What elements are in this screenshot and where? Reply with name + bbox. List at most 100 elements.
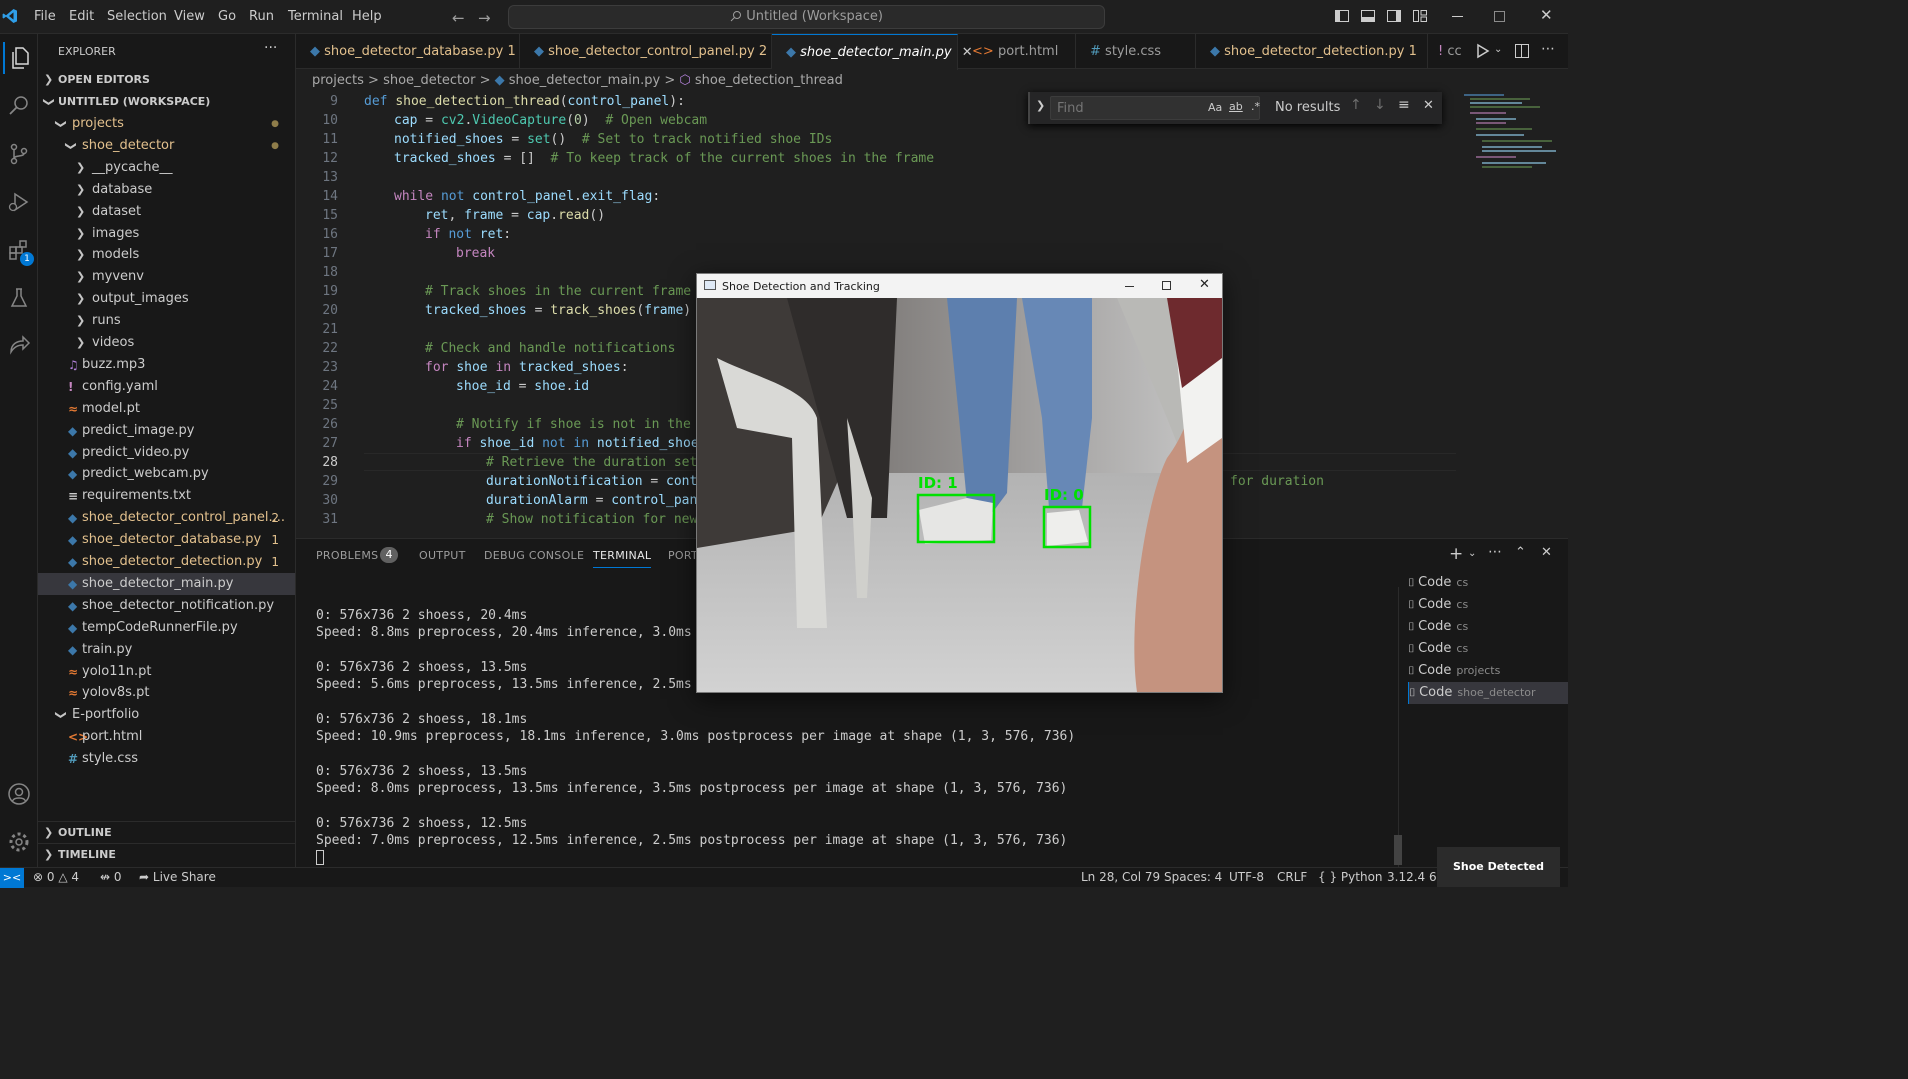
tab-terminal[interactable]: TERMINAL <box>593 549 652 568</box>
terminal-scrollbar[interactable] <box>1394 835 1402 865</box>
folder-e-portfolio[interactable]: ❯ E-portfolio <box>38 704 295 726</box>
popup-close-icon[interactable]: ✕ <box>1199 277 1210 292</box>
file-port-html[interactable]: <> port.html <box>38 726 295 748</box>
file-notification-py[interactable]: ◆ shoe_detector_notification.py <box>38 595 295 617</box>
run-dropdown-chevron-icon[interactable]: ⌄ <box>1494 44 1502 55</box>
terminal-instance[interactable]: ⌷ Code cs <box>1408 594 1568 616</box>
folder-output-images[interactable]: ❯ output_images <box>38 288 295 310</box>
menu-file[interactable]: File <box>34 9 56 24</box>
file-requirements[interactable]: ≡ requirements.txt <box>38 485 295 507</box>
open-editors-section[interactable]: ❯ OPEN EDITORS <box>38 69 295 91</box>
menu-selection[interactable]: Selection <box>107 9 167 24</box>
testing-icon[interactable] <box>3 282 35 314</box>
close-find-icon[interactable]: ✕ <box>1423 98 1434 113</box>
tab-debug-console[interactable]: DEBUG CONSOLE <box>484 549 584 562</box>
problems-status[interactable]: ⊗ 0 △ 4 <box>33 870 79 884</box>
more-actions-icon[interactable]: ··· <box>264 40 277 56</box>
menu-run[interactable]: Run <box>249 9 274 24</box>
terminal-profile-chevron-icon[interactable]: ⌄ <box>1468 548 1476 559</box>
match-case-icon[interactable]: Aa <box>1208 101 1222 114</box>
extensions-icon[interactable]: 1 <box>3 234 35 266</box>
tab-output[interactable]: OUTPUT <box>419 549 466 562</box>
encoding[interactable]: UTF-8 <box>1229 870 1264 884</box>
terminal-instance[interactable]: ⌷ Code cs <box>1408 638 1568 660</box>
file-yolo11n[interactable]: ≈ yolo11n.pt <box>38 661 295 683</box>
file-yolov8s[interactable]: ≈ yolov8s.pt <box>38 682 295 704</box>
file-buzz-mp3[interactable]: ♫ buzz.mp3 <box>38 354 295 376</box>
tab-shoe-detector-control-panel[interactable]: ◆ shoe_detector_control_panel.py 2 <box>520 34 772 69</box>
run-debug-icon[interactable] <box>3 186 35 218</box>
tab-shoe-detector-detection[interactable]: ◆ shoe_detector_detection.py 1 <box>1196 34 1428 69</box>
file-predict-video[interactable]: ◆ predict_video.py <box>38 442 295 464</box>
file-config-yaml[interactable]: ! config.yaml <box>38 376 295 398</box>
editor-more-icon[interactable]: ⋯ <box>1541 41 1555 57</box>
next-match-icon[interactable]: ↓ <box>1374 97 1386 113</box>
breadcrumb-shoe-detector[interactable]: shoe_detector <box>383 73 475 88</box>
folder-videos[interactable]: ❯ videos <box>38 332 295 354</box>
maximize-panel-chevron-icon[interactable]: ⌃ <box>1515 545 1526 560</box>
customize-layout-icon[interactable] <box>1413 10 1427 22</box>
menu-help[interactable]: Help <box>352 9 382 24</box>
find-in-selection-icon[interactable]: ≡ <box>1398 97 1410 113</box>
line-ending[interactable]: CRLF <box>1277 870 1307 884</box>
breadcrumb-file[interactable]: shoe_detector_main.py <box>509 73 660 88</box>
file-style-css[interactable]: # style.css <box>38 748 295 770</box>
file-control-panel[interactable]: ◆ shoe_detector_control_panel.... 2 <box>38 507 295 529</box>
live-share-status[interactable]: ➦ Live Share <box>139 870 216 884</box>
restore-icon[interactable] <box>1494 11 1505 22</box>
folder-runs[interactable]: ❯ runs <box>38 310 295 332</box>
toggle-secondary-sidebar-icon[interactable] <box>1387 10 1401 22</box>
toggle-replace-chevron-icon[interactable]: ❯ <box>1036 99 1045 112</box>
language-mode[interactable]: { } Python <box>1318 870 1383 884</box>
manage-gear-icon[interactable] <box>3 826 35 858</box>
tab-problems[interactable]: PROBLEMS <box>316 549 378 562</box>
popup-maximize-icon[interactable] <box>1162 281 1171 290</box>
tab-shoe-detector-main[interactable]: ◆ shoe_detector_main.py ✕ <box>772 34 973 70</box>
run-file-icon[interactable] <box>1476 43 1490 59</box>
file-database-py[interactable]: ◆ shoe_detector_database.py 1 <box>38 529 295 551</box>
folder-models[interactable]: ❯ models <box>38 244 295 266</box>
minimap[interactable] <box>1460 92 1558 222</box>
tab-port-html[interactable]: <> port.html <box>958 34 1076 69</box>
file-temp-code-runner[interactable]: ◆ tempCodeRunnerFile.py <box>38 617 295 639</box>
new-terminal-plus-icon[interactable]: + <box>1449 544 1463 564</box>
use-regex-icon[interactable]: .* <box>1251 100 1260 113</box>
terminal-instance[interactable]: ⌷ Code shoe_detector <box>1408 681 1568 704</box>
indentation[interactable]: Spaces: 4 <box>1164 870 1222 884</box>
source-control-icon[interactable] <box>3 138 35 170</box>
terminal-instance[interactable]: ⌷ Code cs <box>1408 572 1568 594</box>
folder-images[interactable]: ❯ images <box>38 223 295 245</box>
popup-minimize-icon[interactable] <box>1125 286 1134 287</box>
search-view-icon[interactable] <box>3 90 35 122</box>
folder-pycache[interactable]: ❯ __pycache__ <box>38 157 295 179</box>
shoe-detected-toast[interactable]: Shoe Detected <box>1437 847 1560 887</box>
file-detection-py[interactable]: ◆ shoe_detector_detection.py 1 <box>38 551 295 573</box>
folder-dataset[interactable]: ❯ dataset <box>38 201 295 223</box>
tab-overflow[interactable]: ! cc <box>1428 34 1470 69</box>
breadcrumb-projects[interactable]: projects <box>312 73 364 88</box>
outline-section[interactable]: ❯ OUTLINE <box>38 821 295 843</box>
minimize-icon[interactable] <box>1452 16 1463 17</box>
split-editor-icon[interactable] <box>1515 44 1529 58</box>
accounts-icon[interactable] <box>3 778 35 810</box>
folder-database[interactable]: ❯ database <box>38 179 295 201</box>
tab-style-css[interactable]: # style.css <box>1076 34 1196 69</box>
toggle-primary-sidebar-icon[interactable] <box>1335 10 1349 22</box>
menu-terminal[interactable]: Terminal <box>288 9 343 24</box>
folder-projects[interactable]: ❯ projects ● <box>38 113 295 135</box>
close-window-icon[interactable]: ✕ <box>1540 6 1553 24</box>
explorer-icon[interactable] <box>3 42 35 74</box>
file-model-pt[interactable]: ≈ model.pt <box>38 398 295 420</box>
match-whole-word-icon[interactable]: ab <box>1229 100 1243 113</box>
ports-status[interactable]: ↮ 0 <box>100 870 122 884</box>
file-main-py[interactable]: ◆ shoe_detector_main.py <box>38 572 295 595</box>
file-train-py[interactable]: ◆ train.py <box>38 639 295 661</box>
back-arrow-icon[interactable]: ← <box>452 9 465 27</box>
menu-go[interactable]: Go <box>218 9 236 24</box>
timeline-section[interactable]: ❯ TIMELINE <box>38 843 295 865</box>
breadcrumb-symbol[interactable]: shoe_detection_thread <box>695 73 843 88</box>
forward-arrow-icon[interactable]: → <box>478 9 491 27</box>
workspace-section[interactable]: ❯ UNTITLED (WORKSPACE) <box>38 91 295 113</box>
folder-shoe-detector[interactable]: ❯ shoe_detector ● <box>38 135 295 157</box>
terminal-instance[interactable]: ⌷ Code projects <box>1408 660 1568 682</box>
